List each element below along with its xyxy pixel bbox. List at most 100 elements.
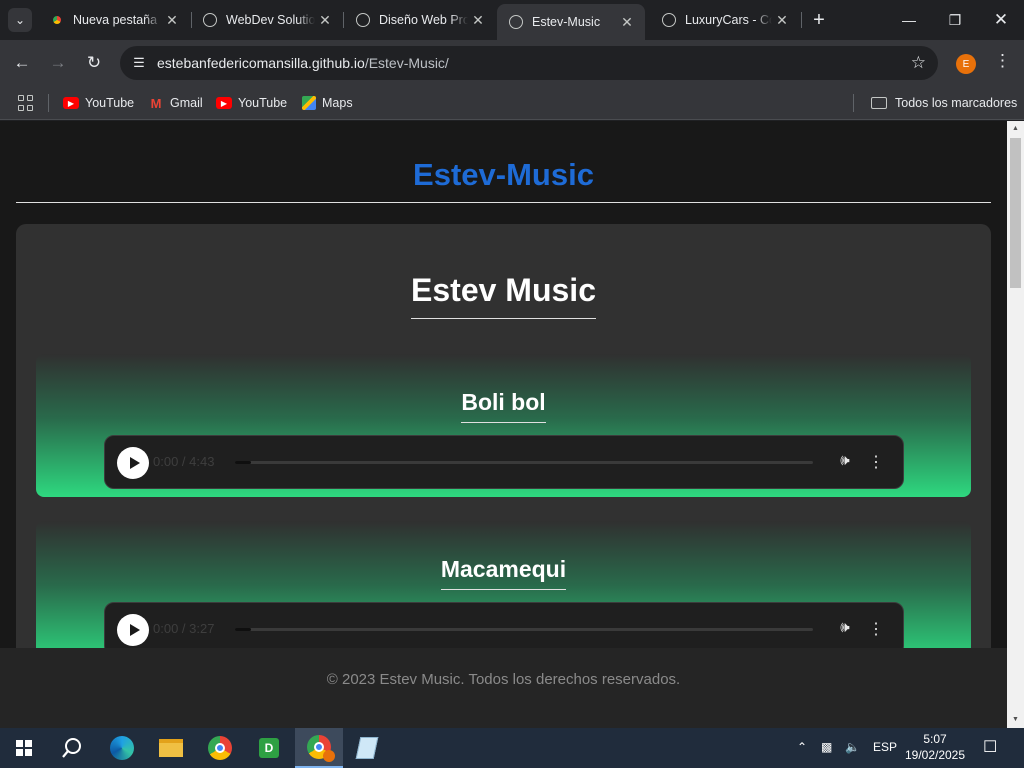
tab-luxurycars[interactable]: LuxuryCars - Co ✕ <box>650 6 800 34</box>
all-bookmarks-folder[interactable]: Todos los marcadores <box>871 93 1017 113</box>
url-path: /Estev-Music/ <box>364 55 449 71</box>
tab-webdev[interactable]: WebDev Solutions ✕ <box>191 6 343 34</box>
play-icon <box>129 624 140 636</box>
reload-icon: ↻ <box>86 53 102 72</box>
close-icon: ✕ <box>993 10 1009 29</box>
windows-logo-icon <box>16 740 32 756</box>
new-tab-button[interactable]: + <box>808 9 830 31</box>
more-options-icon[interactable]: ⋮ <box>868 619 884 639</box>
url-host: estebanfedericomansilla.github.io <box>157 55 365 71</box>
audio-time: 0:00 / 4:43 <box>153 454 215 469</box>
apps-grid-icon[interactable] <box>18 95 34 111</box>
reload-button[interactable]: ↻ <box>82 51 106 75</box>
url-text[interactable]: estebanfedericomansilla.github.io/Estev-… <box>157 55 449 71</box>
network-icon[interactable]: ▩ <box>821 740 832 754</box>
bookmark-youtube-2[interactable]: ▶ YouTube <box>216 93 287 113</box>
site-title[interactable]: Estev-Music <box>0 157 1007 193</box>
play-button[interactable] <box>117 447 149 479</box>
bookmark-maps[interactable]: Maps <box>302 93 353 113</box>
scroll-down-arrow[interactable]: ▼ <box>1007 712 1024 728</box>
globe-icon <box>203 13 217 27</box>
volume-icon[interactable]: 🕪 <box>835 452 855 472</box>
close-icon[interactable]: ✕ <box>162 12 182 29</box>
bookmark-youtube[interactable]: ▶ YouTube <box>63 93 134 113</box>
globe-icon <box>356 13 370 27</box>
scrollbar-thumb[interactable] <box>1010 138 1021 288</box>
audio-progress-slider[interactable] <box>235 461 813 464</box>
tab-diseno-web[interactable]: Diseño Web Pro ✕ <box>344 6 496 34</box>
arrow-right-icon: → <box>49 53 67 72</box>
back-button[interactable]: ← <box>10 51 34 75</box>
chevron-up-icon[interactable]: ⌃ <box>797 740 807 754</box>
restore-icon: ❐ <box>948 11 962 28</box>
site-settings-icon[interactable]: ☰ <box>130 54 148 72</box>
bookmark-separator <box>853 94 854 112</box>
play-button[interactable] <box>117 614 149 646</box>
folder-icon <box>159 739 183 757</box>
edge-icon <box>110 736 134 760</box>
youtube-icon: ▶ <box>216 97 232 109</box>
clock[interactable]: 5:07 19/02/2025 <box>902 731 968 763</box>
minimize-icon: — <box>902 12 916 28</box>
gmail-icon: M <box>150 95 162 111</box>
bookmark-gmail[interactable]: M Gmail <box>148 93 203 113</box>
song-card-boli-bol: Boli bol 0:00 / 4:43 🕪 ⋮ <box>36 354 971 497</box>
notification-icon[interactable]: ☐ <box>983 737 997 757</box>
more-options-icon[interactable]: ⋮ <box>868 452 884 472</box>
language-indicator[interactable]: ESP <box>873 740 897 754</box>
tab-nueva-pestana[interactable]: Nueva pestaña ✕ <box>38 6 190 34</box>
audio-time: 0:00 / 3:27 <box>153 621 215 636</box>
folder-icon <box>871 97 887 109</box>
page-footer: © 2023 Estev Music. Todos los derechos r… <box>0 648 1007 728</box>
speaker-icon[interactable]: 🔈 <box>845 740 860 754</box>
profile-avatar[interactable]: E <box>956 54 976 74</box>
globe-icon <box>509 15 523 29</box>
song-title: Macamequi <box>36 556 971 590</box>
page-viewport: Estev-Music Estev Music Boli bol 0:00 / … <box>0 121 1007 728</box>
browser-toolbar: ← → ↻ ☰ estebanfedericomansilla.github.i… <box>0 40 1024 86</box>
taskbar-file-explorer[interactable] <box>147 728 195 768</box>
taskbar: D ⌃ ▩ 🔈 ESP 5:07 19/02/2025 ☐ <box>0 728 1024 768</box>
forward-button[interactable]: → <box>46 51 70 75</box>
taskbar-chrome[interactable] <box>196 728 244 768</box>
tab-estev-music[interactable]: Estev-Music ✕ <box>497 4 645 40</box>
audio-player[interactable]: 0:00 / 4:43 🕪 ⋮ <box>104 435 904 489</box>
taskbar-chrome-profile[interactable] <box>295 728 343 768</box>
search-button[interactable] <box>48 728 96 768</box>
chrome-icon <box>50 13 64 27</box>
volume-icon[interactable]: 🕪 <box>835 619 855 639</box>
minimize-button[interactable]: — <box>886 0 932 40</box>
app-d-icon: D <box>259 738 279 758</box>
browser-menu-icon[interactable]: ⋮ <box>994 51 1011 71</box>
play-icon <box>129 457 140 469</box>
maps-icon <box>302 96 316 110</box>
youtube-icon: ▶ <box>63 97 79 109</box>
tab-search-button[interactable]: ⌄ <box>8 8 32 32</box>
close-icon[interactable]: ✕ <box>772 12 792 29</box>
tab-separator <box>801 12 802 28</box>
globe-icon <box>662 13 676 27</box>
plus-icon: + <box>813 9 825 31</box>
tab-strip: ⌄ Nueva pestaña ✕ WebDev Solutions ✕ Dis… <box>0 0 1024 40</box>
start-button[interactable] <box>0 728 48 768</box>
taskbar-notepad[interactable] <box>343 728 391 768</box>
scroll-up-arrow[interactable]: ▲ <box>1007 121 1024 137</box>
divider <box>16 202 991 203</box>
bookmark-separator <box>48 94 49 112</box>
close-icon[interactable]: ✕ <box>315 12 335 29</box>
close-window-button[interactable]: ✕ <box>978 0 1024 40</box>
restore-button[interactable]: ❐ <box>932 0 978 40</box>
close-icon[interactable]: ✕ <box>468 12 488 29</box>
address-bar[interactable]: ☰ estebanfedericomansilla.github.io/Este… <box>120 46 938 80</box>
chrome-icon <box>307 735 335 762</box>
song-card-macamequi: Macamequi 0:00 / 3:27 🕪 ⋮ <box>36 521 971 664</box>
audio-progress-slider[interactable] <box>235 628 813 631</box>
close-icon[interactable]: ✕ <box>617 14 637 31</box>
bookmark-star-icon[interactable]: ☆ <box>911 53 926 73</box>
bookmarks-bar: ▶ YouTube M Gmail ▶ YouTube Maps Todos l… <box>0 86 1024 120</box>
chevron-down-icon: ⌄ <box>14 13 26 27</box>
vertical-scrollbar[interactable]: ▲ ▼ <box>1007 121 1024 728</box>
taskbar-edge[interactable] <box>98 728 146 768</box>
taskbar-app-d[interactable]: D <box>245 728 293 768</box>
song-title: Boli bol <box>36 389 971 423</box>
